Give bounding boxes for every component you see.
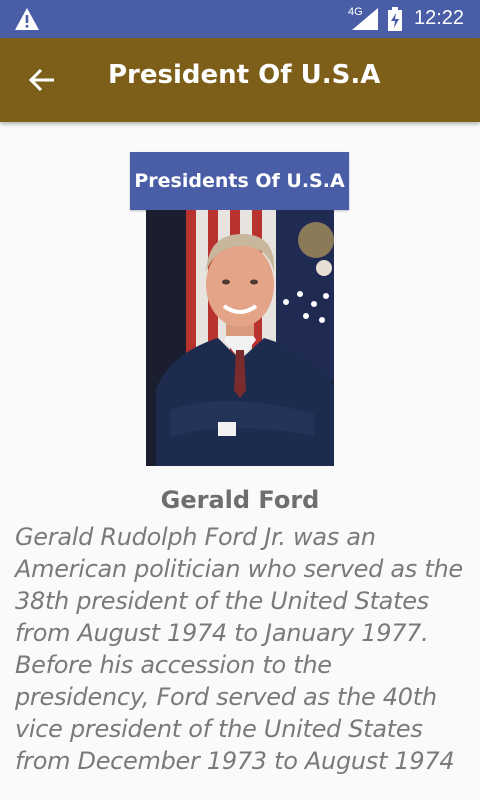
portrait-image [146,210,334,466]
status-bar: 4G 12:22 [0,0,480,38]
president-name: Gerald Ford [160,486,320,514]
president-bio: Gerald Rudolph Ford Jr. was an American … [15,523,463,775]
battery-charging-icon [388,7,402,31]
president-portrait [146,210,334,466]
page-title: President Of U.S.A [108,60,381,90]
signal-icon [352,8,378,30]
warning-icon [15,8,39,30]
arrow-back-icon[interactable] [22,66,58,94]
presidents-header-button[interactable]: Presidents Of U.S.A [130,152,349,210]
app-bar: President Of U.S.A [0,38,480,122]
clock: 12:22 [414,7,465,29]
